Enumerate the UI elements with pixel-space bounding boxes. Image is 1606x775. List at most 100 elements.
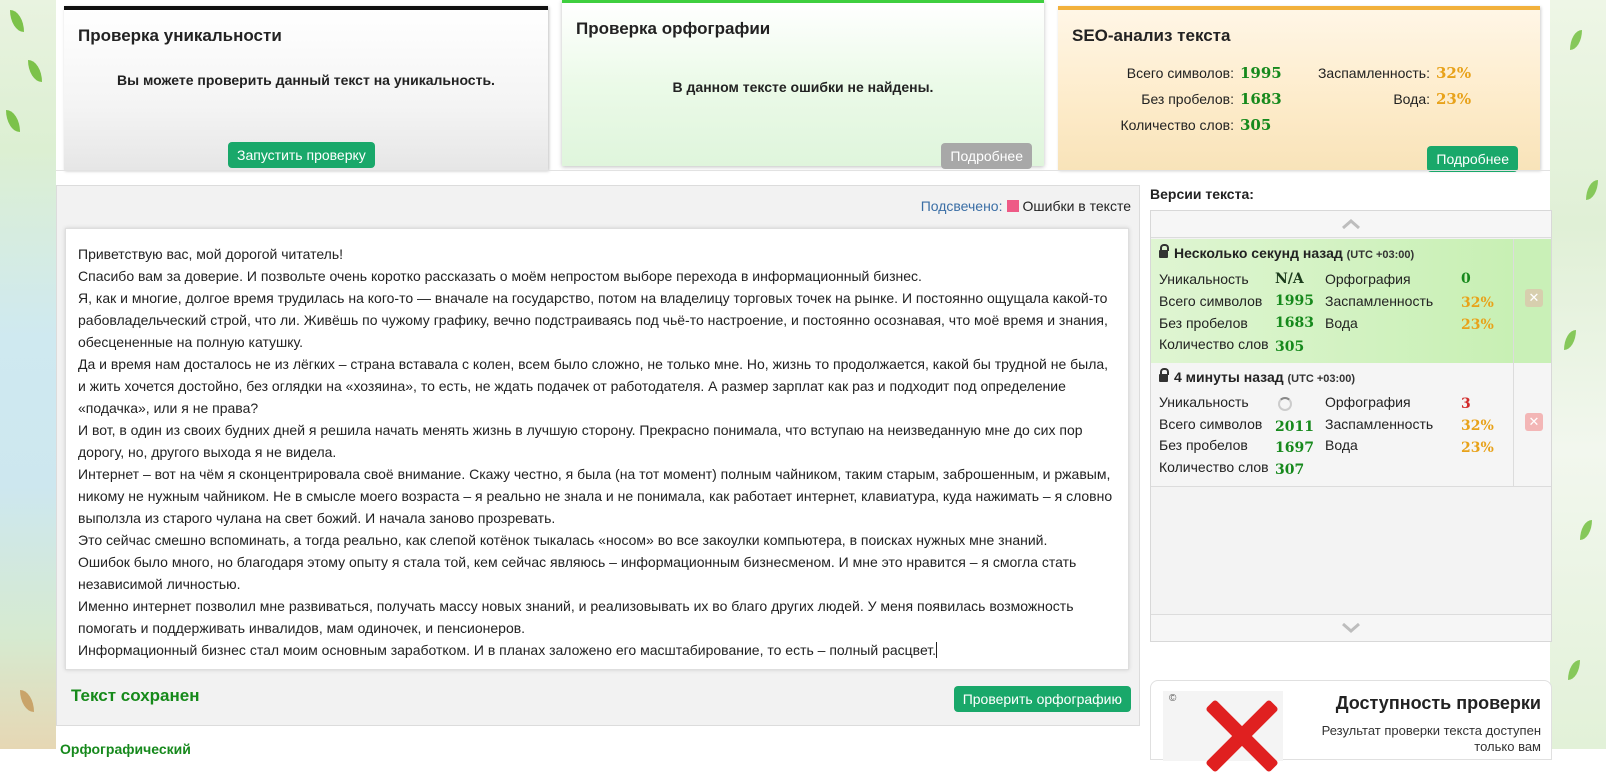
version-item[interactable]: Несколько секунд назад (UTC +03:00) Уник…: [1151, 239, 1513, 363]
total-value: 2011: [1275, 419, 1314, 435]
words-label: Количество слов: [1159, 459, 1269, 475]
words-label: Количество слов: [1159, 336, 1269, 352]
paragraph-text: Информационный бизнес стал моим основным…: [78, 642, 937, 658]
spam-label: Заспамленность: [1325, 416, 1434, 432]
paragraph: Приветствую вас, мой дорогой читатель!: [78, 246, 344, 262]
divider: [56, 170, 1550, 171]
lock-icon: [1159, 368, 1169, 382]
seo-total-chars-label: Всего символов:: [1126, 65, 1234, 81]
version-time: Несколько секунд назад (UTC +03:00): [1159, 244, 1415, 261]
scroll-down-button[interactable]: [1151, 614, 1551, 641]
version-side: ✕: [1513, 239, 1551, 363]
error-swatch-icon: [1006, 200, 1019, 212]
leaf-icon: [1570, 30, 1582, 50]
highlight-text[interactable]: Ошибки в тексте: [1023, 198, 1132, 214]
paragraph: Именно интернет позволил мне развиваться…: [78, 598, 1074, 636]
paragraph: Я, как и многие, долгое время трудилась …: [78, 290, 1108, 350]
uniq-label: Уникальность: [1159, 394, 1249, 410]
spam-value: 32%: [1461, 295, 1494, 311]
spelling-message: В данном тексте ошибки не найдены.: [672, 79, 934, 95]
uniq-value: N/A: [1275, 271, 1304, 287]
right-decoration: [1550, 0, 1606, 749]
total-label: Всего символов: [1159, 293, 1263, 309]
seo-spam: Заспамленность: 32%: [1298, 64, 1471, 82]
seo-no-spaces-value: 1683: [1240, 90, 1282, 108]
seo-spam-label: Заспамленность:: [1317, 65, 1430, 81]
spam-value: 32%: [1461, 418, 1494, 434]
highlight-label: Подсвечено:: [920, 198, 1003, 214]
version-timezone: (UTC +03:00): [1287, 373, 1356, 385]
leaf-icon: [1568, 660, 1580, 680]
seo-water-label: Вода:: [1393, 91, 1430, 107]
seo-words-label: Количество слов:: [1120, 117, 1234, 133]
water-label: Вода: [1325, 437, 1358, 453]
uniqueness-panel: Проверка уникальности Вы можете проверит…: [64, 6, 548, 170]
seo-details-button[interactable]: Подробнее: [1427, 146, 1518, 172]
red-cross-icon: [1199, 695, 1279, 775]
availability-card: © Доступность проверки Результат проверк…: [1150, 680, 1552, 761]
editor-section: Подсвечено: Ошибки в тексте Приветствую в…: [56, 185, 1140, 726]
start-check-button[interactable]: Запустить проверку: [228, 142, 375, 168]
nospace-label: Без пробелов: [1159, 437, 1248, 453]
uniq-label: Уникальность: [1159, 271, 1249, 287]
leaf-icon: [10, 10, 24, 32]
spelling-title: Проверка орфографии: [576, 19, 771, 38]
leaf-icon: [1564, 330, 1576, 350]
saved-status: Текст сохранен: [71, 686, 200, 705]
paragraph: Это сейчас смешно вспоминать, а тогда ре…: [78, 532, 1048, 548]
words-value: 307: [1275, 462, 1305, 478]
seo-spam-value: 32%: [1436, 64, 1472, 82]
water-value: 23%: [1461, 317, 1494, 333]
seo-total-chars: Всего символов: 1995: [1104, 64, 1282, 82]
scroll-up-button[interactable]: [1151, 211, 1551, 238]
seo-no-spaces-label: Без пробелов:: [1141, 91, 1234, 107]
versions-list: Несколько секунд назад (UTC +03:00) Уник…: [1150, 210, 1552, 642]
nospace-label: Без пробелов: [1159, 315, 1248, 331]
seo-total-chars-value: 1995: [1240, 64, 1282, 82]
paragraph: И вот, в один из своих будних дней я реш…: [78, 422, 1083, 460]
availability-subtitle: Результат проверки текста доступен тольк…: [1321, 723, 1541, 754]
nospace-value: 1683: [1275, 315, 1314, 331]
version-side: ✕: [1513, 363, 1551, 487]
total-label: Всего символов: [1159, 416, 1263, 432]
leaf-icon: [1586, 180, 1598, 200]
leaf-icon: [6, 110, 20, 132]
lock-icon: [1159, 244, 1169, 258]
words-value: 305: [1275, 339, 1305, 355]
leaf-icon: [20, 690, 34, 712]
paragraph: Спасибо вам за доверие. И позвольте очен…: [78, 268, 922, 284]
paragraph-last: Информационный бизнес стал моим основным…: [78, 639, 1116, 661]
total-value: 1995: [1275, 293, 1314, 309]
versions-title: Версии текста:: [1150, 186, 1254, 202]
seo-no-spaces: Без пробелов: 1683: [1104, 90, 1282, 108]
loading-spinner-icon: [1278, 397, 1292, 411]
version-timezone: (UTC +03:00): [1346, 249, 1415, 261]
section-heading-cut: Орфографический: [60, 741, 191, 757]
paragraph: Да и время нам досталось не из лёгких – …: [78, 356, 1109, 416]
paragraph: Ошибок было много, но благодаря этому оп…: [78, 554, 1077, 592]
close-icon[interactable]: ✕: [1525, 289, 1543, 307]
check-spelling-button[interactable]: Проверить орфографию: [953, 686, 1131, 712]
nospace-value: 1697: [1275, 440, 1314, 456]
close-icon[interactable]: ✕: [1525, 413, 1543, 431]
version-time-text: Несколько секунд назад: [1174, 245, 1343, 261]
spell-value: 3: [1461, 396, 1471, 412]
spell-label: Орфография: [1325, 271, 1411, 287]
left-decoration: [0, 0, 56, 749]
paragraph: Интернет – вот на чём я сконцентрировала…: [78, 466, 1113, 526]
version-time-text: 4 минуты назад: [1174, 369, 1284, 385]
text-editor[interactable]: Приветствую вас, мой дорогой читатель! С…: [65, 228, 1129, 670]
copyright-logo-icon: ©: [1169, 693, 1177, 704]
spam-label: Заспамленность: [1325, 293, 1434, 309]
spelling-panel: Проверка орфографии В данном тексте ошиб…: [562, 0, 1044, 169]
seo-panel: SEO-анализ текста Всего символов: 1995 Бе…: [1058, 6, 1540, 172]
version-time: 4 минуты назад (UTC +03:00): [1159, 368, 1356, 385]
spelling-details-button[interactable]: Подробнее: [941, 143, 1032, 169]
spell-label: Орфография: [1325, 394, 1411, 410]
leaf-icon: [28, 60, 42, 82]
seo-water: Вода: 23%: [1298, 90, 1471, 108]
version-item[interactable]: 4 минуты назад (UTC +03:00) Уникальность…: [1151, 363, 1513, 487]
availability-title: Доступность проверки: [1335, 693, 1541, 713]
water-label: Вода: [1325, 315, 1358, 331]
highlight-legend: Подсвечено: Ошибки в тексте: [921, 198, 1131, 214]
